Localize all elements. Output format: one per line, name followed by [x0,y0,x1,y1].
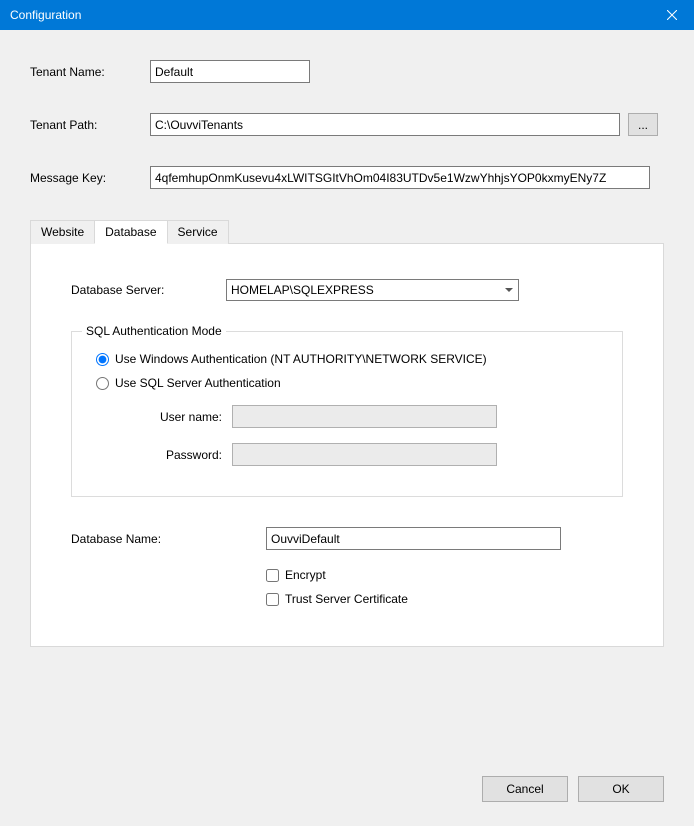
browse-button[interactable]: ... [628,113,658,136]
message-key-input[interactable] [150,166,650,189]
window-title: Configuration [10,8,81,22]
trust-cert-label[interactable]: Trust Server Certificate [285,592,408,606]
auth-legend: SQL Authentication Mode [82,324,226,338]
auth-sql-label[interactable]: Use SQL Server Authentication [115,376,281,390]
database-server-label: Database Server: [71,283,226,297]
window-body: Tenant Name: Tenant Path: ... Message Ke… [0,30,694,826]
username-label: User name: [132,410,232,424]
tenant-path-input[interactable] [150,113,620,136]
password-input [232,443,497,466]
tabs-container: Website Database Service Database Server… [0,219,694,647]
encrypt-checkbox[interactable] [266,569,279,582]
database-server-select[interactable] [226,279,519,301]
tenant-name-input[interactable] [150,60,310,83]
password-label: Password: [132,448,232,462]
tab-website[interactable]: Website [30,220,95,244]
trust-cert-row: Trust Server Certificate [71,592,623,606]
titlebar: Configuration [0,0,694,30]
dialog-footer: Cancel OK [482,776,664,802]
tab-headers: Website Database Service [30,219,664,243]
ok-button[interactable]: OK [578,776,664,802]
message-key-row: Message Key: [30,166,664,189]
encrypt-row: Encrypt [71,568,623,582]
message-key-label: Message Key: [30,171,150,185]
top-form: Tenant Name: Tenant Path: ... Message Ke… [0,30,694,189]
username-input [232,405,497,428]
tab-database[interactable]: Database [94,220,167,244]
database-server-select-wrapper [226,279,519,301]
auth-windows-label[interactable]: Use Windows Authentication (NT AUTHORITY… [115,352,487,366]
database-server-row: Database Server: [71,279,623,301]
tenant-name-row: Tenant Name: [30,60,664,83]
auth-windows-radio[interactable] [96,353,109,366]
username-row: User name: [92,405,602,428]
trust-cert-checkbox[interactable] [266,593,279,606]
password-row: Password: [92,443,602,466]
auth-sql-row: Use SQL Server Authentication [92,376,602,390]
tab-service[interactable]: Service [167,220,229,244]
cancel-button[interactable]: Cancel [482,776,568,802]
tenant-path-row: Tenant Path: ... [30,113,664,136]
encrypt-label[interactable]: Encrypt [285,568,326,582]
database-name-label: Database Name: [71,532,266,546]
tab-content-database: Database Server: SQL Authentication Mode… [30,243,664,647]
tenant-name-label: Tenant Name: [30,65,150,79]
close-icon [667,10,677,20]
database-name-input[interactable] [266,527,561,550]
auth-windows-row: Use Windows Authentication (NT AUTHORITY… [92,352,602,366]
close-button[interactable] [649,0,694,30]
tenant-path-label: Tenant Path: [30,118,150,132]
auth-sql-radio[interactable] [96,377,109,390]
auth-fieldset: SQL Authentication Mode Use Windows Auth… [71,331,623,497]
database-name-row: Database Name: [71,527,623,550]
